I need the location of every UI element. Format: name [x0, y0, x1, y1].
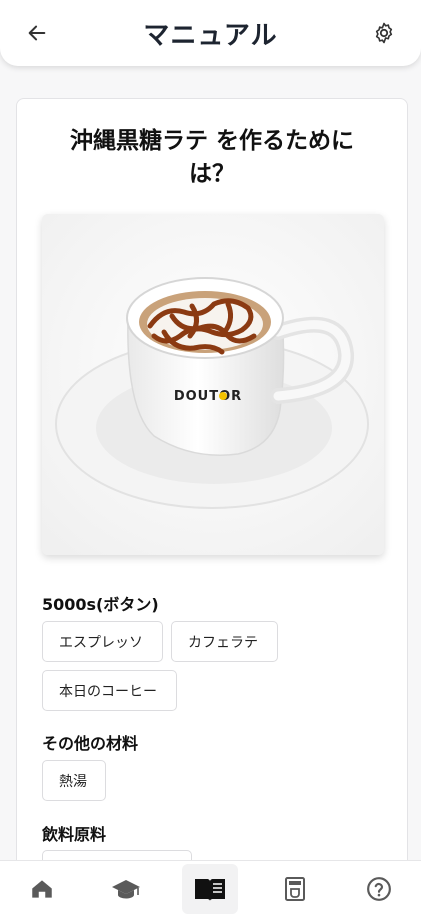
nav-home[interactable]: [14, 864, 70, 914]
svg-text:DOUTOR: DOUTOR: [174, 389, 242, 404]
nav-machine[interactable]: [267, 864, 323, 914]
gear-icon: [375, 22, 393, 44]
section-label-machine: 5000s(ボタン): [42, 595, 159, 614]
latte-cup-illustration: DOUTOR: [42, 214, 384, 555]
bottom-nav: [0, 860, 421, 916]
chip-espresso[interactable]: エスプレッソ: [42, 621, 163, 662]
back-button[interactable]: [22, 18, 52, 48]
recipe-title-line2: は？: [189, 161, 235, 187]
recipe-title: 沖縄黒糖ラテ を作るために は？: [57, 125, 367, 191]
page-title: マニュアル: [143, 20, 278, 51]
recipe-title-line1: 沖縄黒糖ラテ を作るために: [69, 128, 354, 154]
nav-manual[interactable]: [182, 863, 239, 914]
app: マニュアル 沖縄黒糖ラテ を作るために は？ DOUTOR 5000s(ボタン)…: [0, 0, 421, 916]
question-circle-icon: [366, 876, 391, 901]
chip-cafe-latte[interactable]: カフェラテ: [171, 621, 278, 662]
graduation-cap-icon: [112, 879, 141, 898]
settings-button[interactable]: [369, 18, 399, 48]
nav-help[interactable]: [351, 864, 407, 914]
chip-todays-coffee[interactable]: 本日のコーヒー: [42, 670, 177, 711]
section-label-other-materials: その他の材料: [42, 734, 139, 753]
arrow-left-icon: [28, 25, 46, 41]
chip-hot-water[interactable]: 熱湯: [42, 760, 106, 801]
home-icon: [32, 879, 52, 898]
manual-card: 沖縄黒糖ラテ を作るために は？ DOUTOR 5000s(ボタン) エスプレッ…: [16, 98, 408, 916]
book-icon: [195, 878, 226, 901]
section-label-raw-materials: 飲料原料: [42, 825, 107, 844]
coffee-machine-icon: [284, 876, 305, 901]
header: マニュアル: [0, 0, 421, 66]
product-photo: DOUTOR: [42, 214, 384, 555]
nav-learn[interactable]: [98, 864, 154, 914]
